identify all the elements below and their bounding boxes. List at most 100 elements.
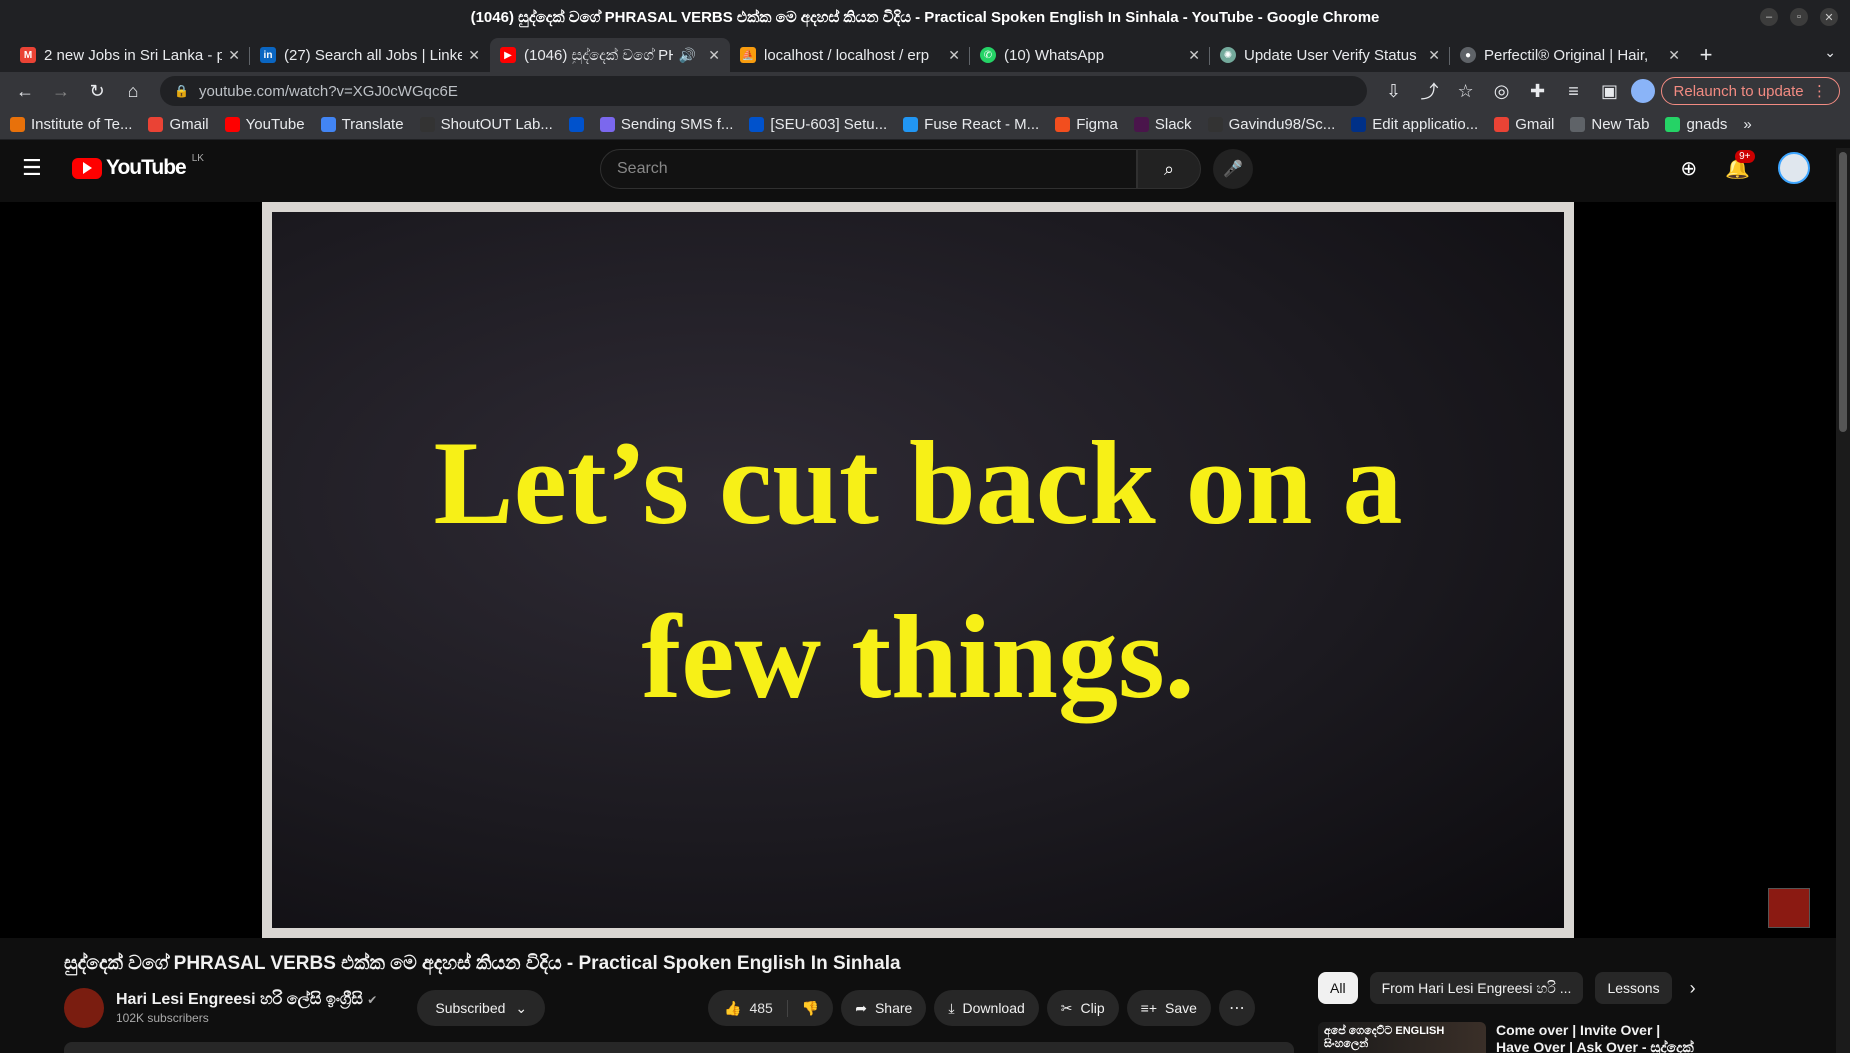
clip-button[interactable]: ✂ Clip [1046,990,1119,1026]
tab-linkedin[interactable]: in (27) Search all Jobs | Linke ✕ [250,38,490,72]
search-input[interactable]: Search [600,149,1137,189]
more-bookmarks-icon[interactable]: » [1743,116,1751,133]
close-tab-icon[interactable]: ✕ [948,47,960,64]
speaker-icon[interactable]: 🔊 [679,47,696,64]
reload-icon[interactable]: ↻ [82,76,112,106]
close-tab-icon[interactable]: ✕ [1428,47,1440,64]
notifications-bell-icon[interactable]: 🔔 9+ [1725,149,1755,181]
chip-all[interactable]: All [1318,972,1358,1004]
tab-gmail-jobs[interactable]: M 2 new Jobs in Sri Lanka - p ✕ [10,38,250,72]
recommendation-item[interactable]: අපේ ගෙදෙට්ට ENGLISH සිංහලෙන් Come over |… [1318,1022,1696,1053]
more-actions-icon[interactable]: ⋯ [1218,990,1255,1026]
tab-chatgpt[interactable]: ✺ Update User Verify Status ✕ [1210,38,1450,72]
share-button[interactable]: ➦ Share [841,990,927,1026]
bookmark-item[interactable] [568,117,584,132]
bookmark-item[interactable]: Figma [1055,116,1118,133]
search-bar: Search ⌕ 🎤 [600,149,1253,189]
search-button[interactable]: ⌕ [1137,149,1201,189]
bookmark-label: Gmail [169,116,209,133]
chip-from-channel[interactable]: From Hari Lesi Engreesi හරි ... [1369,972,1584,1004]
relaunch-button[interactable]: Relaunch to update ⋮ [1660,77,1840,105]
bookmark-item[interactable]: gnads [1665,116,1727,133]
download-button[interactable]: ⤓ Download [934,990,1039,1026]
like-button[interactable]: 👍 485 [708,999,788,1017]
tab-search-icon[interactable]: ⌄ [1824,44,1836,61]
channel-watermark[interactable] [1768,888,1810,928]
account-avatar[interactable] [1778,152,1810,184]
close-tab-icon[interactable]: ✕ [1668,47,1680,64]
recommendation-title[interactable]: Come over | Invite Over | Have Over | As… [1496,1022,1696,1053]
country-code: LK [191,152,204,164]
thumbs-up-icon: 👍 [724,999,742,1016]
install-icon[interactable]: ⇩ [1379,76,1409,106]
maximize-button[interactable]: ▫ [1790,8,1808,26]
bookmark-item[interactable]: Institute of Te... [10,116,132,133]
bookmark-item[interactable]: New Tab [1570,116,1649,133]
subscribed-button[interactable]: Subscribed ⌄ [417,990,546,1026]
close-tab-icon[interactable]: ✕ [228,47,240,64]
create-video-icon[interactable]: ⊕ [1680,156,1697,181]
share-icon[interactable]: ⤴ [1415,76,1445,106]
back-icon[interactable]: ← [10,76,40,106]
bookmark-item[interactable]: Edit applicatio... [1351,116,1478,133]
bookmark-item[interactable]: Slack [1133,116,1192,133]
fuse-icon [903,117,919,132]
dislike-button[interactable]: 👎 [788,1000,833,1017]
bookmark-item[interactable]: Gmail [1494,116,1554,133]
video-player[interactable]: Let’s cut back on a few things. [0,202,1836,938]
forward-icon[interactable]: → [46,76,76,106]
bookmark-item[interactable]: Gavindu98/Sc... [1207,116,1335,133]
chevron-right-icon[interactable]: › [1690,978,1696,999]
bookmark-item[interactable]: [SEU-603] Setu... [749,116,887,133]
tab-perfectil[interactable]: ● Perfectil® Original | Hair, ✕ [1450,38,1690,72]
gmail-icon [148,117,164,132]
bookmark-label: YouTube [245,116,305,133]
save-button[interactable]: ≡+ Save [1126,990,1211,1026]
bookmark-label: gnads [1686,116,1728,133]
globe-icon [1570,117,1586,132]
video-actions: 👍 485 👎 ➦ Share ⤓ Download ✂ Clip ≡+ Save ⋯ [708,990,1255,1026]
phpmyadmin-icon: ⛵ [740,47,756,63]
extension-circle-icon[interactable]: ◎ [1487,76,1517,106]
side-panel-icon[interactable]: ▣ [1595,76,1625,106]
extensions-puzzle-icon[interactable]: ✚ [1523,76,1553,106]
bookmark-item[interactable]: Sending SMS f... [599,116,733,133]
bookmark-item[interactable]: Fuse React - M... [903,116,1039,133]
profile-avatar[interactable] [1630,79,1655,103]
tab-phpmyadmin[interactable]: ⛵ localhost / localhost / erp ✕ [730,38,970,72]
video-frame-text: Let’s cut back on a few things. [433,416,1403,723]
chip-lessons[interactable]: Lessons [1595,972,1672,1004]
page-scrollbar[interactable] [1836,148,1850,1053]
bookmark-item[interactable]: ShoutOUT Lab... [419,116,553,133]
close-tab-icon[interactable]: ✕ [708,47,720,64]
scrollbar-thumb[interactable] [1839,152,1847,432]
channel-avatar[interactable] [64,988,104,1028]
recommendation-thumbnail[interactable]: අපේ ගෙදෙට්ට ENGLISH සිංහලෙන් [1318,1022,1486,1053]
description-box[interactable] [64,1042,1294,1053]
menu-icon[interactable]: ☰ [22,155,50,181]
bookmark-item[interactable]: YouTube [224,116,305,133]
bookmark-star-icon[interactable]: ☆ [1451,76,1481,106]
youtube-logo[interactable]: YouTube LK [72,152,204,180]
close-tab-icon[interactable]: ✕ [468,47,480,64]
bookmark-label: [SEU-603] Setu... [770,116,888,133]
address-bar[interactable]: 🔒 youtube.com/watch?v=XGJ0cWGqc6E [160,76,1367,106]
bookmark-item[interactable]: Translate [320,116,404,133]
tab-whatsapp[interactable]: ✆ (10) WhatsApp ✕ [970,38,1210,72]
voice-search-button[interactable]: 🎤 [1213,149,1253,189]
tab-youtube[interactable]: ▶ (1046) සුද්දෙක් වගේ PH 🔊 ✕ [490,38,730,72]
bookmark-label: Translate [341,116,404,133]
media-control-icon[interactable]: ≡ [1559,76,1589,106]
home-icon[interactable]: ⌂ [118,76,148,106]
site-info-icon[interactable]: 🔒 [174,84,189,98]
diamond-icon [599,117,615,132]
minimize-button[interactable]: – [1760,8,1778,26]
video-frame[interactable]: Let’s cut back on a few things. [262,202,1574,938]
tab-strip: M 2 new Jobs in Sri Lanka - p ✕ in (27) … [0,34,1850,72]
new-tab-button[interactable]: + [1690,38,1722,72]
channel-name[interactable]: Hari Lesi Engreesi හරි ලේසි ඉංග්‍රීසි ✔ [116,991,377,1009]
bookmark-item[interactable]: Gmail [148,116,209,133]
close-tab-icon[interactable]: ✕ [1188,47,1200,64]
close-window-button[interactable]: ✕ [1820,8,1838,26]
mic-icon: 🎤 [1223,161,1243,178]
